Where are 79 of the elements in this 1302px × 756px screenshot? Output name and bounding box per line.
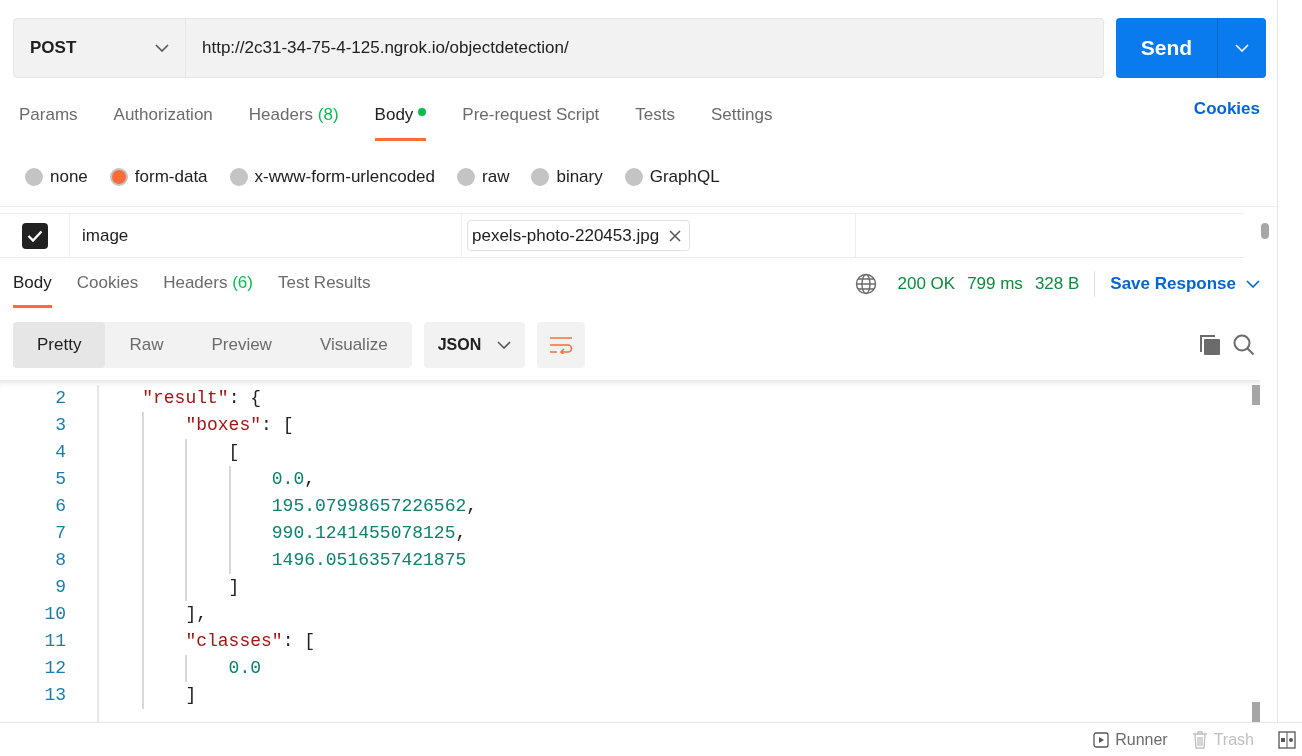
two-pane-icon[interactable] [1278,730,1296,749]
file-name: pexels-photo-220453.jpg [472,224,660,247]
code-token: ] [228,576,240,599]
search-icon[interactable] [1233,334,1255,356]
wrap-lines-icon [549,336,574,354]
radio-option[interactable]: x-www-form-urlencoded [229,164,435,190]
cookies-link[interactable]: Cookies [1193,95,1260,122]
view-mode-tab[interactable]: Pretty [13,322,106,368]
close-icon[interactable] [669,229,682,242]
code-token: 1496.0516357421875 [271,549,467,572]
code-token: , [304,468,316,491]
url-field[interactable]: http://2c31-34-75-4-125.ngrok.io/objectdetection/ [186,18,1104,78]
code-token: 0.0 [228,657,261,680]
status-code: 200 OK [897,273,956,296]
code-token: , [455,522,467,545]
radio-option[interactable]: GraphQL [624,164,720,190]
code-token: : [ [261,414,294,437]
tab[interactable]: Headers (6) [163,269,253,309]
tab[interactable]: Test Results [277,269,371,309]
code-token: : [ [282,630,316,653]
tab[interactable]: Cookies [76,269,139,309]
code-token: 195.07998657226562 [271,495,467,518]
checkbox[interactable] [21,222,48,249]
radio-option[interactable]: binary [531,164,603,190]
scrollbar-thumb[interactable] [1252,385,1260,405]
scrollbar-thumb[interactable] [1252,702,1260,722]
scrollbar-thumb[interactable] [1261,223,1269,239]
code-token: "boxes" [185,414,262,437]
code-token: , [466,495,478,518]
line-number: 13 [43,684,67,707]
line-number: 6 [54,495,67,518]
line-number: 5 [54,468,67,491]
tab[interactable]: Tests [635,102,676,141]
line-number: 12 [43,657,67,680]
view-mode-tab[interactable]: Preview [187,322,296,368]
trash-icon [1191,730,1208,749]
tab[interactable]: Params [19,102,78,141]
code-token: "classes" [185,630,283,653]
tab[interactable]: Headers (8) [248,102,339,141]
tab[interactable]: Authorization [113,102,213,141]
radio-option[interactable]: raw [457,164,510,190]
radio-option[interactable]: form-data [109,164,208,190]
line-number: 9 [54,576,67,599]
line-number: 4 [54,441,67,464]
play-icon [1093,731,1110,748]
code-token: ], [185,603,207,626]
tab[interactable]: Settings [711,102,773,141]
code-token: [ [228,441,240,464]
response-size: 328 B [1034,273,1080,296]
globe-icon[interactable] [855,273,878,295]
code-token: "result" [142,387,229,410]
caret-icon [497,341,512,349]
format-dropdown[interactable]: JSON [423,322,526,368]
line-number: 2 [54,387,67,410]
method-dropdown[interactable]: POST [13,18,186,78]
tab[interactable]: Pre-request Script [462,102,600,141]
line-number: 3 [54,414,67,437]
runner-button[interactable]: Runner [1093,727,1168,752]
view-mode-tab[interactable]: Raw [105,322,188,368]
line-number: 8 [54,549,67,572]
code-token: : { [228,387,262,410]
line-number: 10 [43,603,67,626]
code-token: 0.0 [271,468,305,491]
tab[interactable]: Body [374,102,427,141]
code-token: ] [185,684,197,707]
save-response-button[interactable]: Save Response [1110,271,1260,297]
key-text: image [82,224,129,247]
caret-icon [1235,44,1249,52]
radio-option[interactable]: none [25,164,88,190]
view-mode-tab[interactable]: Visualize [295,322,412,368]
code-token: 990.1241455078125 [271,522,456,545]
copy-icon[interactable] [1199,334,1221,356]
line-number: 7 [54,522,67,545]
checkmark-icon [26,229,43,242]
tab[interactable]: Body [13,269,52,309]
caret-icon [155,44,169,52]
response-time: 799 ms [967,273,1023,296]
line-number: 11 [43,630,67,653]
caret-icon [1246,280,1260,288]
